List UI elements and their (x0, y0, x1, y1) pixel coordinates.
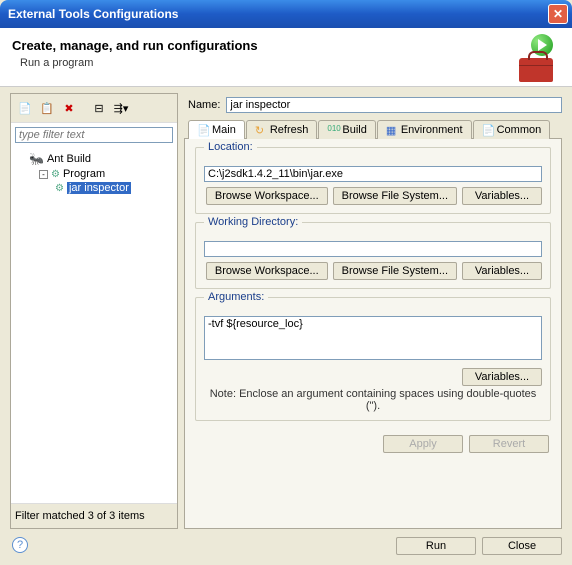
header-icon (512, 38, 560, 78)
tab-build[interactable]: 010 Build (318, 120, 375, 139)
toolbox-icon (519, 58, 553, 82)
tab-main[interactable]: 📄 Main (188, 120, 245, 139)
name-input[interactable] (226, 97, 562, 113)
name-row: Name: (184, 93, 562, 119)
title-bar: External Tools Configurations ✕ (0, 0, 572, 28)
variables-button[interactable]: Variables... (462, 368, 542, 386)
tab-body-main: Location: Browse Workspace... Browse Fil… (184, 138, 562, 529)
browse-filesystem-button[interactable]: Browse File System... (333, 262, 457, 280)
filter-button[interactable]: ⇶▾ (111, 98, 131, 118)
tab-common-label: Common (497, 124, 542, 136)
arguments-input[interactable]: -tvf ${resource_loc} (204, 316, 542, 360)
tab-main-label: Main (212, 124, 236, 136)
tree-node-ant[interactable]: 🐜 Ant Build (15, 151, 173, 167)
program-icon: ⚙ (51, 169, 60, 180)
location-title: Location: (204, 141, 257, 153)
header-left: Create, manage, and run configurations R… (12, 38, 512, 78)
collapse-button[interactable]: ⊟ (89, 98, 109, 118)
header-area: Create, manage, and run configurations R… (0, 28, 572, 87)
browse-workspace-button[interactable]: Browse Workspace... (206, 262, 328, 280)
browse-workspace-button[interactable]: Browse Workspace... (206, 187, 328, 205)
filter-status: Filter matched 3 of 3 items (11, 503, 177, 528)
filter-box (15, 127, 173, 143)
tab-build-label: Build (342, 124, 366, 136)
main-tab-icon: 📄 (197, 124, 209, 136)
arguments-note: Note: Enclose an argument containing spa… (204, 388, 542, 412)
workdir-title: Working Directory: (204, 216, 302, 228)
close-icon[interactable]: ✕ (548, 4, 568, 24)
common-icon: 📄 (482, 124, 494, 136)
window-body: Create, manage, and run configurations R… (0, 28, 572, 565)
run-button[interactable]: Run (396, 537, 476, 555)
new-config-button[interactable]: 📄 (15, 98, 35, 118)
tree-label-ant: Ant Build (47, 153, 91, 165)
name-label: Name: (188, 99, 220, 111)
collapse-icon[interactable]: - (39, 170, 48, 179)
tree-label-jar: jar inspector (67, 182, 131, 194)
workdir-buttons: Browse Workspace... Browse File System..… (204, 262, 542, 280)
delete-button[interactable]: ✖ (59, 98, 79, 118)
duplicate-button[interactable]: 📋 (37, 98, 57, 118)
location-group: Location: Browse Workspace... Browse Fil… (195, 147, 551, 214)
window-title: External Tools Configurations (8, 7, 548, 21)
environment-icon: ▦ (386, 124, 398, 136)
ant-icon: 🐜 (29, 152, 44, 166)
help-icon[interactable]: ? (12, 537, 28, 553)
program-icon: ⚙ (55, 183, 64, 194)
tab-bar: 📄 Main ↻ Refresh 010 Build ▦ Environment… (184, 119, 562, 138)
workdir-input[interactable] (204, 241, 542, 257)
config-tree[interactable]: 🐜 Ant Build - ⚙ Program ⚙ jar inspector (11, 147, 177, 503)
apply-button[interactable]: Apply (383, 435, 463, 453)
refresh-icon: ↻ (255, 124, 267, 136)
close-button[interactable]: Close (482, 537, 562, 555)
right-panel: Name: 📄 Main ↻ Refresh 010 Build ▦ (184, 93, 562, 529)
tree-label-program: Program (63, 168, 105, 180)
variables-button[interactable]: Variables... (462, 262, 542, 280)
location-input[interactable] (204, 166, 542, 182)
arguments-title: Arguments: (204, 291, 268, 303)
location-buttons: Browse Workspace... Browse File System..… (204, 187, 542, 205)
tab-environment-label: Environment (401, 124, 463, 136)
tab-common[interactable]: 📄 Common (473, 120, 551, 139)
arguments-buttons: Variables... (204, 368, 542, 386)
main-area: 📄 📋 ✖ ⊟ ⇶▾ 🐜 Ant Build - ⚙ Program (0, 87, 572, 529)
tab-environment[interactable]: ▦ Environment (377, 120, 472, 139)
variables-button[interactable]: Variables... (462, 187, 542, 205)
dialog-button-row: ? Run Close (0, 529, 572, 565)
left-toolbar: 📄 📋 ✖ ⊟ ⇶▾ (11, 94, 177, 123)
workdir-group: Working Directory: Browse Workspace... B… (195, 222, 551, 289)
browse-filesystem-button[interactable]: Browse File System... (333, 187, 457, 205)
page-title: Create, manage, and run configurations (12, 38, 512, 53)
tab-refresh[interactable]: ↻ Refresh (246, 120, 318, 139)
build-icon: 010 (327, 124, 339, 136)
apply-revert-row: Apply Revert (195, 429, 551, 457)
page-subtitle: Run a program (12, 57, 512, 69)
filter-input[interactable] (15, 127, 173, 143)
tab-refresh-label: Refresh (270, 124, 309, 136)
revert-button[interactable]: Revert (469, 435, 549, 453)
tree-node-jar-inspector[interactable]: ⚙ jar inspector (15, 181, 173, 195)
arguments-group: Arguments: -tvf ${resource_loc} Variable… (195, 297, 551, 421)
left-panel: 📄 📋 ✖ ⊟ ⇶▾ 🐜 Ant Build - ⚙ Program (10, 93, 178, 529)
tree-node-program[interactable]: - ⚙ Program (15, 167, 173, 181)
